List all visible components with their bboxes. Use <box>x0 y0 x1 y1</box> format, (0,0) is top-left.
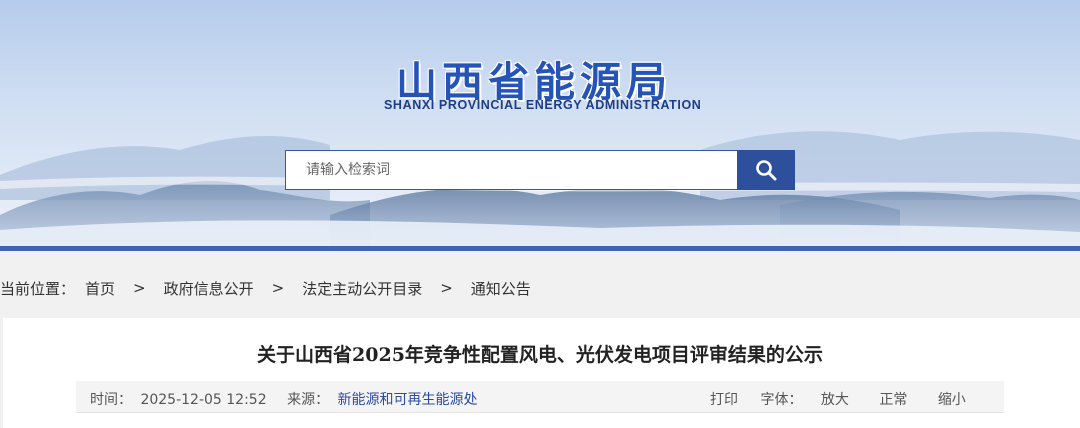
article-meta-bar: 时间： 2025-12-05 12:52 来源： 新能源和可再生能源处 打印 字… <box>76 381 1004 413</box>
breadcrumb-catalog-link[interactable]: 法定主动公开目录 <box>302 278 422 299</box>
print-button[interactable]: 打印 <box>710 389 738 409</box>
source-value: 新能源和可再生能源处 <box>337 392 478 408</box>
mountain-landscape-image <box>0 0 1080 248</box>
breadcrumb-home-link[interactable]: 首页 <box>85 278 115 299</box>
time-label: 时间： <box>90 392 132 408</box>
breadcrumb-notice-link[interactable]: 通知公告 <box>471 278 531 299</box>
breadcrumb-separator: > <box>440 279 453 297</box>
font-larger-button[interactable]: 放大 <box>821 389 849 409</box>
publish-time: 2025-12-05 12:52 <box>140 392 267 408</box>
font-normal-button[interactable]: 正常 <box>879 389 907 409</box>
breadcrumb: 当前位置： 首页 > 政府信息公开 > 法定主动公开目录 > 通知公告 <box>0 268 531 308</box>
search-input[interactable] <box>286 151 737 189</box>
font-size-label: 字体： <box>760 392 803 408</box>
breadcrumb-separator: > <box>271 279 285 297</box>
search-box <box>285 150 737 190</box>
source-label: 来源： <box>287 392 330 408</box>
banner-divider <box>0 246 1080 251</box>
breadcrumb-separator: > <box>133 279 146 297</box>
header-banner: 山西省能源局 SHANXI PROVINCIAL ENERGY ADMINIST… <box>0 0 1080 248</box>
breadcrumb-prefix: 当前位置： <box>0 279 76 298</box>
breadcrumb-gov-info-link[interactable]: 政府信息公开 <box>164 278 254 299</box>
article-title: 关于山西省2025年竞争性配置风电、光伏发电项目评审结果的公示 <box>257 344 823 366</box>
search-button[interactable] <box>737 150 795 190</box>
search-icon <box>756 160 777 181</box>
font-smaller-button[interactable]: 缩小 <box>938 389 966 409</box>
site-title-en: SHANXI PROVINCIAL ENERGY ADMINISTRATION <box>384 98 702 112</box>
